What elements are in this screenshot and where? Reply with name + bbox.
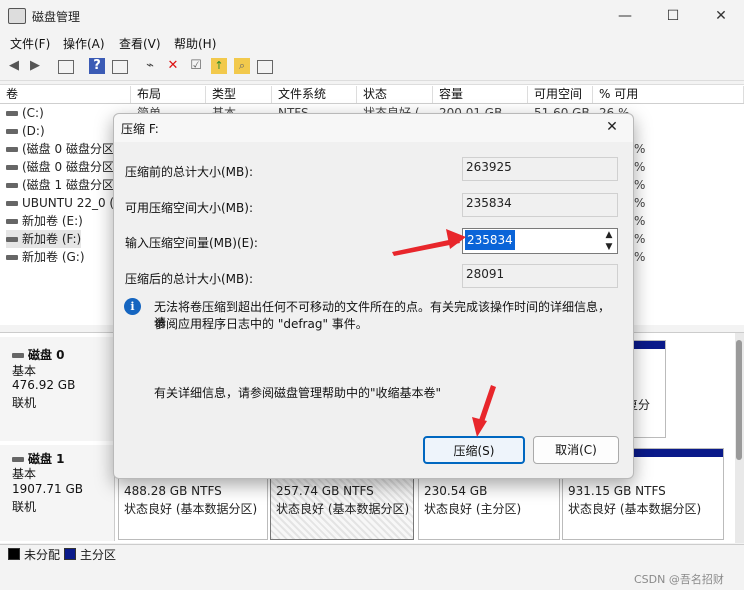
arrow-to-shrink-button bbox=[472, 385, 496, 437]
arrow-to-input bbox=[392, 229, 466, 256]
watermark: CSDN @吾名招财 bbox=[634, 573, 724, 586]
annotation-arrows bbox=[392, 229, 496, 437]
